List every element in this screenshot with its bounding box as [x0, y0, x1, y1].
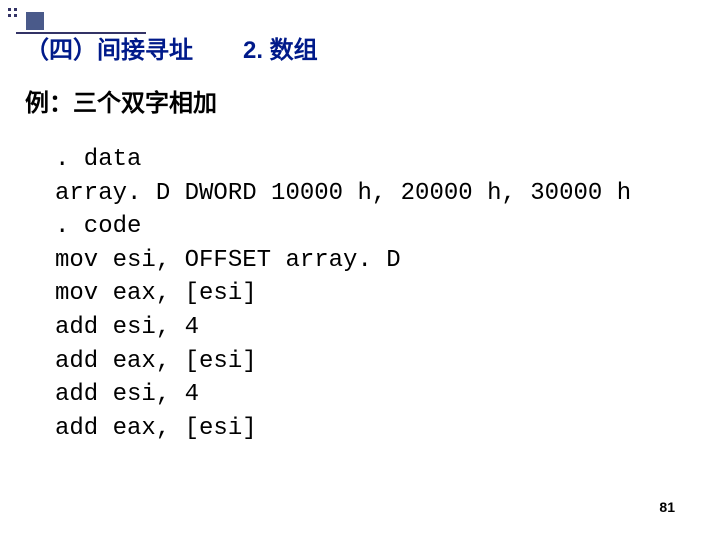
page-number: 81 [659, 499, 675, 515]
code-line: add esi, 4 [55, 378, 695, 412]
code-line: add esi, 4 [55, 311, 695, 345]
slide-decoration [8, 8, 17, 17]
code-line: mov esi, OFFSET array. D [55, 244, 695, 278]
code-line: . code [55, 210, 695, 244]
code-line: mov eax, [esi] [55, 277, 695, 311]
square-icon [26, 12, 44, 30]
code-block: . data array. D DWORD 10000 h, 20000 h, … [25, 143, 695, 445]
code-line: . data [55, 143, 695, 177]
code-line: array. D DWORD 10000 h, 20000 h, 30000 h [55, 177, 695, 211]
code-line: add eax, [esi] [55, 412, 695, 446]
dot-grid-icon [8, 8, 17, 17]
slide-content: （四）间接寻址 2. 数组 例：三个双字相加 . data array. D D… [0, 0, 720, 445]
title-row: （四）间接寻址 2. 数组 [25, 30, 695, 65]
section-title: （四）间接寻址 [25, 30, 193, 65]
example-label: 例：三个双字相加 [25, 83, 695, 118]
code-line: add eax, [esi] [55, 345, 695, 379]
divider-line [16, 32, 146, 34]
subsection-title: 2. 数组 [243, 30, 318, 65]
